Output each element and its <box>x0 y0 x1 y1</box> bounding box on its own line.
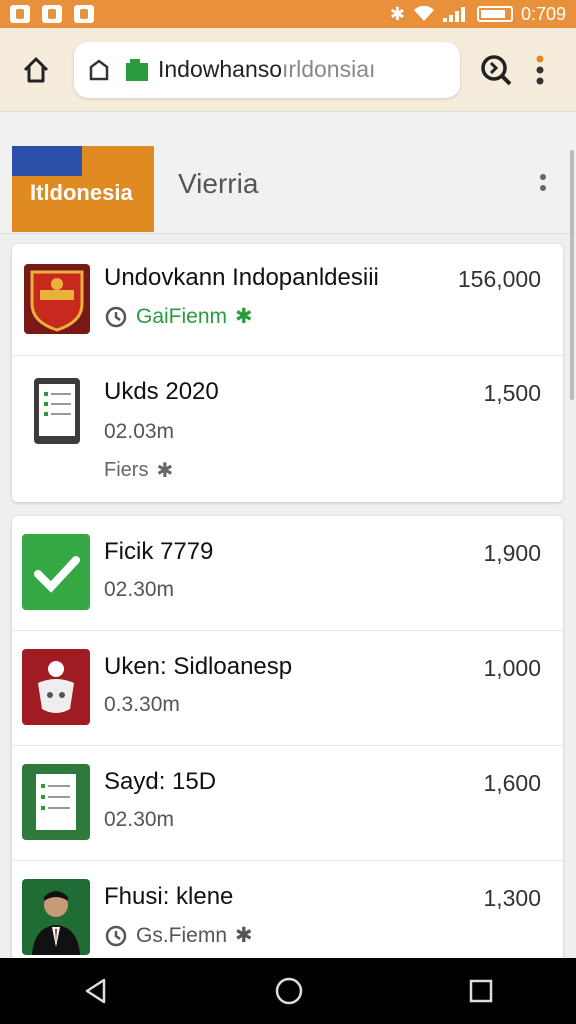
search-button[interactable] <box>474 48 518 92</box>
clock-icon <box>105 925 127 946</box>
item-price: 1,300 <box>483 885 541 911</box>
menu-dot <box>540 185 546 191</box>
search-icon <box>481 54 512 85</box>
notification-icon <box>10 5 30 23</box>
battery-icon <box>476 6 513 22</box>
list-item[interactable]: Uken: Sidloanesp 0.3.30m 1,000 <box>12 631 563 746</box>
emblem-icon <box>38 661 74 713</box>
document-icon <box>39 384 75 436</box>
browser-toolbar: Indowhansoırldonsiaı <box>0 28 576 112</box>
bluetooth-icon: ✱ <box>389 3 405 24</box>
item-price: 1,600 <box>483 770 541 796</box>
item-subtitle: 02.30m <box>104 808 175 831</box>
list-item[interactable]: Ficik 7779 02.30m 1,900 <box>12 516 563 631</box>
list-item[interactable]: Undovkann Indopanldesiii GaiFienm ✱ 156,… <box>12 244 563 356</box>
url-text: Indowhansoırldonsiaı <box>158 56 376 82</box>
more-vertical-icon <box>536 55 544 84</box>
list-item[interactable]: Ukds 2020 02.03m Fiers ✱ 1,500 <box>12 356 563 502</box>
browser-menu-button[interactable] <box>518 48 562 92</box>
item-title: Undovkann Indopanldesiii <box>104 264 379 291</box>
back-button[interactable] <box>82 977 110 1005</box>
tab-header: Itldonesia Vierria <box>0 112 576 234</box>
scrollbar[interactable] <box>570 150 574 400</box>
featured-card: Undovkann Indopanldesiii GaiFienm ✱ 156,… <box>12 244 563 502</box>
avatar <box>22 879 90 955</box>
item-meta: Fiers ✱ <box>104 459 174 482</box>
person-icon <box>32 891 80 955</box>
secure-site-icon <box>126 58 148 81</box>
document-thumbnail <box>22 764 90 840</box>
checkmark-thumbnail <box>22 534 90 610</box>
item-subtitle: Gs.Fiemn ✱ <box>104 923 253 948</box>
tab-overflow-menu[interactable] <box>540 174 546 191</box>
item-price: 1,500 <box>483 380 541 406</box>
page-icon <box>89 58 109 80</box>
item-title: Sayd: 15D <box>104 768 217 795</box>
tab-vierria[interactable]: Vierria <box>178 168 258 200</box>
item-title: Fhusi: klene <box>104 883 234 910</box>
checkmark-icon <box>34 556 80 593</box>
results-card: Ficik 7779 02.30m 1,900 Uken: Sidloanesp… <box>12 516 563 976</box>
item-subtitle: 02.03m <box>104 420 175 443</box>
star-icon: ✱ <box>156 460 174 482</box>
item-price: 156,000 <box>457 266 541 292</box>
menu-dot <box>540 174 546 180</box>
wifi-icon <box>413 6 434 21</box>
tab-indonesia-label: Itldonesia <box>30 180 133 205</box>
item-title: Ficik 7779 <box>104 538 214 565</box>
star-icon: ✱ <box>235 305 253 328</box>
item-subtitle: GaiFienm ✱ <box>104 304 253 329</box>
list-item[interactable]: Sayd: 15D 02.30m 1,600 <box>12 746 563 861</box>
item-subtitle: 0.3.30m <box>104 693 180 716</box>
crest-thumbnail <box>24 264 90 334</box>
item-price: 1,000 <box>483 655 541 681</box>
recents-button[interactable] <box>468 978 494 1004</box>
status-time: 0:709 <box>520 3 566 24</box>
status-bar: ✱ 0:709 <box>0 0 576 28</box>
notification-icon <box>74 5 94 23</box>
home-button[interactable] <box>14 48 58 92</box>
item-subtitle: 02.30m <box>104 578 175 601</box>
tab-flag-stripe <box>12 146 82 176</box>
home-circle-button[interactable] <box>274 976 304 1006</box>
signal-icon <box>442 7 465 22</box>
crest-icon <box>30 270 84 332</box>
clock-icon <box>105 306 127 327</box>
item-price: 1,900 <box>483 540 541 566</box>
emblem-thumbnail <box>22 649 90 725</box>
tab-indonesia[interactable]: Itldonesia <box>12 146 154 232</box>
notification-icon <box>42 5 62 23</box>
item-title: Uken: Sidloanesp <box>104 653 293 680</box>
item-title: Ukds 2020 <box>104 378 219 405</box>
home-icon <box>23 57 49 82</box>
address-bar[interactable]: Indowhansoırldonsiaı <box>74 41 460 98</box>
document-icon <box>36 774 76 830</box>
star-icon: ✱ <box>235 924 253 947</box>
system-nav-bar <box>0 958 576 1024</box>
document-thumbnail <box>34 378 80 444</box>
